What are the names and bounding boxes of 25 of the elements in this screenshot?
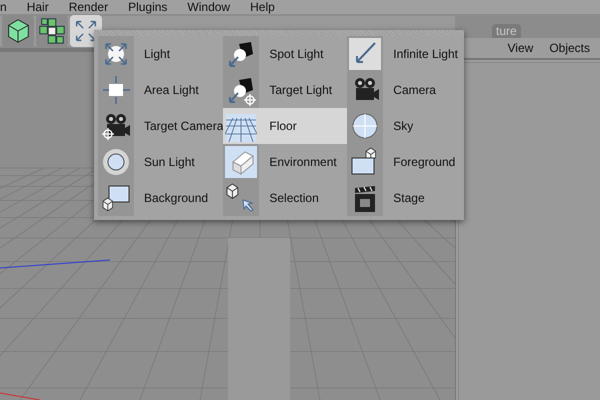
popup-menu-item[interactable]: Sun Light xyxy=(98,144,224,180)
popup-menu-item[interactable]: Target Light xyxy=(223,72,348,108)
popup-menu-item[interactable]: Light xyxy=(98,36,224,72)
popup-menu-item[interactable]: Infinite Light xyxy=(347,36,458,72)
toolbar-button[interactable] xyxy=(2,15,34,47)
popup-menu-item[interactable]: Sky xyxy=(347,108,458,144)
popup-menu-item[interactable]: Selection xyxy=(223,180,348,216)
popup-menu-item[interactable]: Environment xyxy=(223,144,348,180)
popup-menu-item[interactable]: Background xyxy=(98,180,224,216)
popup-menu-item[interactable]: Area Light xyxy=(98,72,224,108)
menu-item[interactable]: Hair xyxy=(26,0,49,14)
popup-menu-item[interactable]: Stage xyxy=(347,180,458,216)
popup-menu-item[interactable]: Target Camera xyxy=(98,108,224,144)
menu-item[interactable]: n xyxy=(0,0,7,14)
menu-item[interactable]: Plugins xyxy=(128,0,168,14)
menu-item[interactable]: Render xyxy=(68,0,108,14)
menu-item[interactable]: Window xyxy=(187,0,230,14)
panel-menu-item[interactable]: View xyxy=(508,39,534,57)
axis-line xyxy=(0,392,40,400)
popup-menu-item[interactable]: Spot Light xyxy=(223,36,348,72)
menu-item[interactable]: Help xyxy=(250,0,275,14)
popup-menu-item[interactable]: Camera xyxy=(347,72,458,108)
popup-menu-item[interactable]: Foreground xyxy=(347,144,458,180)
popup-menu-item[interactable]: Floor xyxy=(223,108,348,144)
panel-menu-item[interactable]: Objects xyxy=(549,39,590,57)
